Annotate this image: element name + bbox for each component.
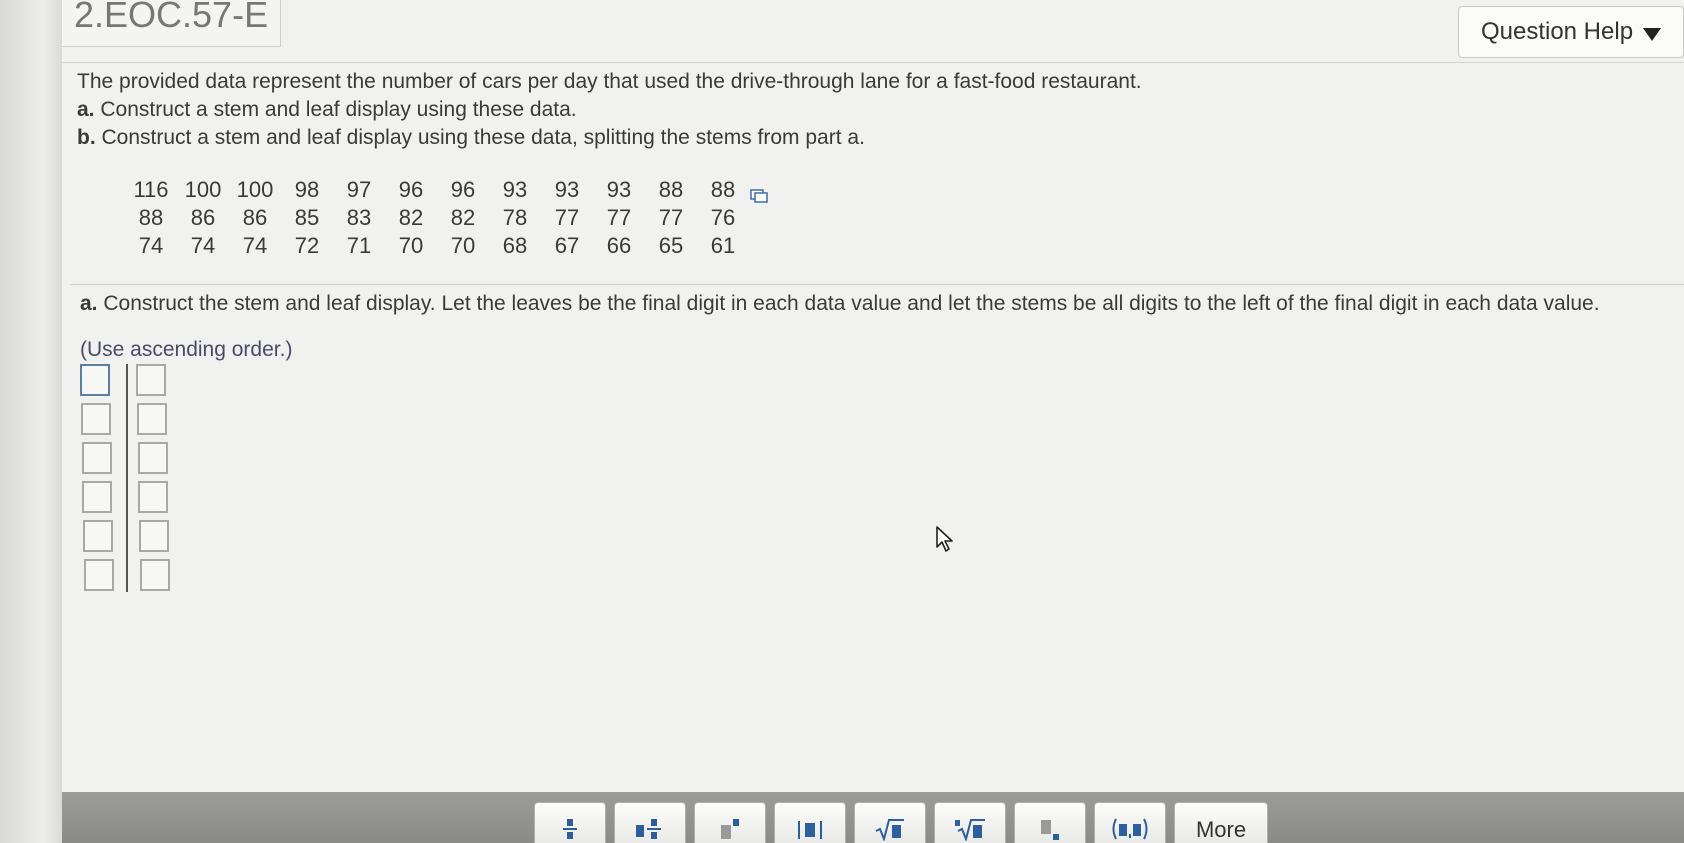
data-value: 76 <box>710 205 736 230</box>
fraction-tool-button[interactable] <box>534 802 606 843</box>
data-value: 98 <box>294 177 320 202</box>
problem-intro: The provided data represent the number o… <box>77 70 1142 93</box>
ordered-pair-icon <box>1112 818 1148 840</box>
absolute-value-tool-button[interactable] <box>774 802 846 843</box>
data-value: 78 <box>502 205 528 230</box>
data-value: 74 <box>190 233 216 258</box>
stem-leaf-display <box>80 364 180 596</box>
dropdown-triangle-icon <box>1643 27 1662 41</box>
data-value: 116 <box>133 177 169 202</box>
stem-leaf-divider <box>126 364 128 592</box>
stem-input[interactable] <box>80 364 110 396</box>
square-root-icon <box>875 819 904 841</box>
part-a-letter: a. <box>80 292 98 315</box>
copy-data-icon[interactable] <box>750 189 768 203</box>
square-root-tool-button[interactable] <box>854 802 926 843</box>
part-b-text: Construct a stem and leaf display using … <box>101 126 865 149</box>
section-divider <box>70 284 1684 285</box>
data-value: 85 <box>294 205 320 230</box>
left-rail <box>0 0 63 843</box>
data-row: 88 86 86 85 83 82 82 78 77 77 77 76 <box>125 204 749 232</box>
data-value: 77 <box>554 205 580 230</box>
data-value: 77 <box>606 205 632 230</box>
stem-input[interactable] <box>80 403 111 435</box>
data-value: 67 <box>554 233 580 258</box>
data-value: 82 <box>398 205 424 230</box>
stem-input[interactable] <box>82 481 113 513</box>
data-value: 82 <box>450 205 476 230</box>
nth-root-tool-button[interactable] <box>934 802 1006 843</box>
problem-part-a: a. Construct a stem and leaf display usi… <box>77 96 1377 124</box>
data-value: 74 <box>138 233 164 258</box>
data-value: 65 <box>658 233 684 258</box>
subscript-icon <box>1041 820 1059 840</box>
data-value: 93 <box>502 177 528 202</box>
data-value: 88 <box>658 177 684 202</box>
data-row: 116 100 100 98 97 96 96 93 93 93 88 88 <box>125 176 749 204</box>
problem-part-b: b. Construct a stem and leaf display usi… <box>77 124 1377 152</box>
data-value: 93 <box>606 177 632 202</box>
data-value: 96 <box>398 177 424 202</box>
data-value: 71 <box>346 233 372 258</box>
data-value: 93 <box>554 177 580 202</box>
problem-statement: The provided data represent the number o… <box>77 68 1377 152</box>
data-value: 86 <box>190 205 216 230</box>
part-a-text: Construct a stem and leaf display using … <box>100 98 577 121</box>
leaf-input[interactable] <box>136 403 167 435</box>
leaf-input[interactable] <box>140 559 170 591</box>
stem-input[interactable] <box>81 442 112 474</box>
data-value: 77 <box>658 205 684 230</box>
data-value: 68 <box>502 233 528 258</box>
data-value: 70 <box>450 233 476 258</box>
data-row: 74 74 74 72 71 70 70 68 67 66 65 61 <box>125 232 749 260</box>
data-value: 88 <box>710 177 736 202</box>
data-value: 86 <box>242 205 268 230</box>
question-panel: 2.EOC.57-E Question Help The provided da… <box>62 0 1684 792</box>
data-value: 66 <box>606 233 632 258</box>
exponent-icon <box>721 819 739 839</box>
fraction-icon <box>563 819 577 839</box>
data-value: 72 <box>294 233 320 258</box>
ascending-order-hint: (Use ascending order.) <box>80 338 293 361</box>
question-help-label: Question Help <box>1480 18 1634 45</box>
ordered-pair-tool-button[interactable] <box>1094 802 1166 843</box>
data-value: 70 <box>398 233 424 258</box>
data-table: 116 100 100 98 97 96 96 93 93 93 88 88 88 86 86 85 83 82 8… <box>125 176 749 260</box>
stem-input[interactable] <box>83 520 114 552</box>
data-value: 83 <box>346 205 372 230</box>
more-tools-button[interactable]: More <box>1174 802 1268 843</box>
data-value: 100 <box>236 177 274 202</box>
part-a-instruction: a. Construct the stem and leaf display. … <box>80 292 1600 316</box>
mouse-pointer-icon <box>936 526 953 552</box>
problem-id: 2.EOC.57-E <box>62 0 282 47</box>
part-a-letter: a. <box>77 98 95 121</box>
stem-input[interactable] <box>84 559 114 591</box>
data-value: 88 <box>138 205 164 230</box>
header-bar: 2.EOC.57-E Question Help <box>62 0 1684 63</box>
leaf-input[interactable] <box>137 442 168 474</box>
part-a-instruction-text: Construct the stem and leaf display. Let… <box>103 292 1600 315</box>
question-help-button[interactable]: Question Help <box>1458 6 1684 58</box>
nth-root-icon <box>955 819 985 841</box>
leaf-input[interactable] <box>138 481 169 513</box>
mixed-number-icon <box>636 819 661 839</box>
data-value: 74 <box>242 233 268 258</box>
data-value: 100 <box>184 177 222 202</box>
exponent-tool-button[interactable] <box>694 802 766 843</box>
math-toolbar: More <box>62 792 1684 843</box>
data-value: 61 <box>710 233 736 258</box>
data-value: 97 <box>346 177 372 202</box>
leaf-input[interactable] <box>136 364 166 396</box>
part-b-letter: b. <box>77 126 96 149</box>
mixed-number-tool-button[interactable] <box>614 802 686 843</box>
data-value: 96 <box>450 177 476 202</box>
leaf-input[interactable] <box>139 520 170 552</box>
absolute-value-icon <box>798 821 822 839</box>
subscript-tool-button[interactable] <box>1014 802 1086 843</box>
